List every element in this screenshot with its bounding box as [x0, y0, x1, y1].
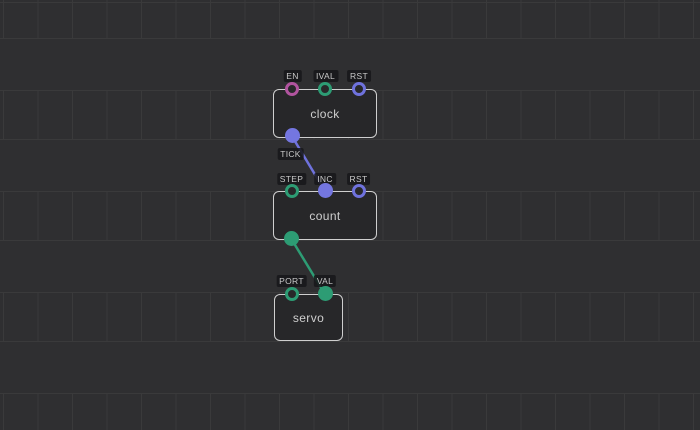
pin-count-rst[interactable]: [352, 184, 366, 198]
patch-canvas[interactable]: clock EN IVAL RST TICK count STEP INC RS…: [0, 0, 700, 430]
pin-count-out[interactable]: [284, 231, 299, 246]
node-servo[interactable]: servo PORT VAL: [274, 294, 343, 341]
pin-clock-rst[interactable]: [352, 82, 366, 96]
pin-servo-val[interactable]: [318, 286, 333, 301]
pin-clock-tick[interactable]: [285, 128, 300, 143]
pin-clock-en[interactable]: [285, 82, 299, 96]
pin-count-step[interactable]: [285, 184, 299, 198]
pin-servo-port[interactable]: [285, 287, 299, 301]
pin-label-ival: IVAL: [313, 70, 338, 82]
pin-clock-ival[interactable]: [318, 82, 332, 96]
node-count-label: count: [309, 209, 340, 223]
node-clock-label: clock: [310, 107, 339, 121]
node-count[interactable]: count STEP INC RST: [273, 191, 377, 240]
pin-label-en: EN: [283, 70, 301, 82]
pin-label-port: PORT: [276, 275, 307, 287]
node-clock[interactable]: clock EN IVAL RST TICK: [273, 89, 377, 138]
node-servo-label: servo: [293, 311, 324, 325]
pin-count-inc[interactable]: [318, 183, 333, 198]
pin-label-tick: TICK: [277, 148, 304, 160]
pin-label-rst: RST: [347, 70, 371, 82]
